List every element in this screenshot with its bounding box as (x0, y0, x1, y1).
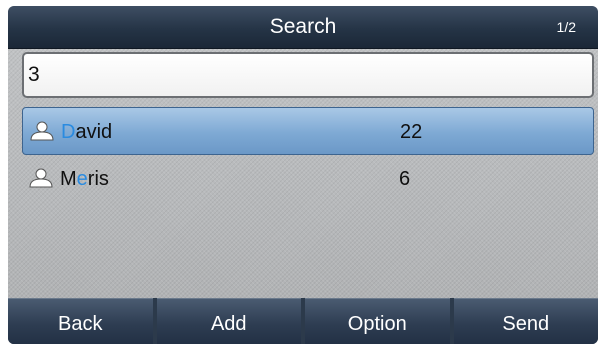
name-rest: ris (87, 168, 109, 190)
send-button[interactable]: Send (453, 298, 598, 344)
phone-screen: Search 1/2 David 22 Meris 6 Back Add Opt… (8, 6, 598, 344)
contact-name: Meris (60, 155, 109, 203)
contact-row-meris[interactable]: Meris 6 (22, 155, 594, 203)
name-first: M (60, 168, 77, 190)
softkey-bar: Back Add Option Send (8, 298, 598, 344)
search-input[interactable] (22, 52, 594, 98)
back-button[interactable]: Back (8, 298, 153, 344)
contact-row-david[interactable]: David 22 (22, 107, 594, 155)
title-bar: Search 1/2 (8, 6, 598, 49)
page-title: Search (269, 15, 337, 38)
name-match-highlight: e (76, 168, 88, 190)
add-button[interactable]: Add (156, 298, 301, 344)
option-button[interactable]: Option (305, 298, 450, 344)
contact-number: 22 (400, 121, 423, 143)
name-rest: avid (75, 121, 113, 143)
name-match-highlight: D (61, 121, 76, 143)
person-icon (30, 121, 54, 141)
person-icon (29, 168, 53, 188)
contact-number: 6 (399, 168, 411, 190)
contact-name: David (61, 108, 112, 156)
page-indicator: 1/2 (556, 19, 576, 35)
